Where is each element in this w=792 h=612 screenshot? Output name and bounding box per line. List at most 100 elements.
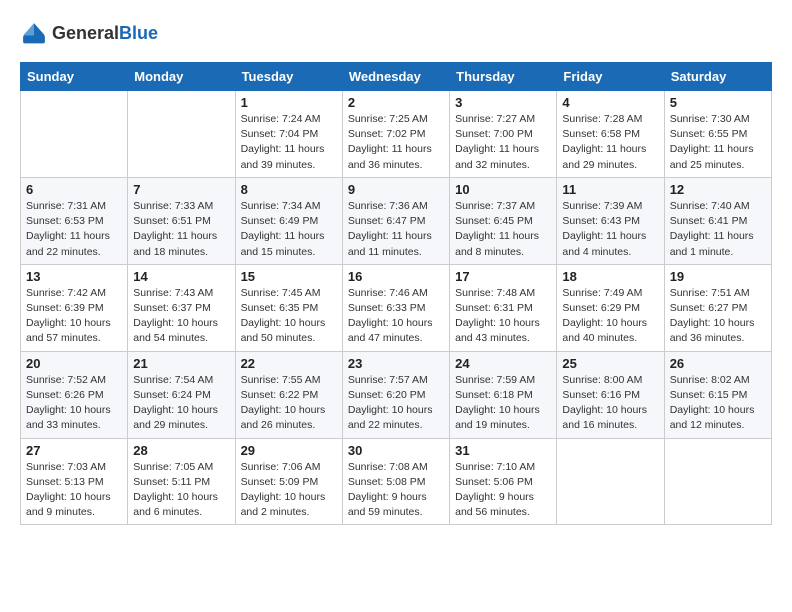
calendar-cell: 2 Sunrise: 7:25 AMSunset: 7:02 PMDaylight… bbox=[342, 91, 449, 178]
day-info: Sunrise: 8:00 AMSunset: 6:16 PMDaylight:… bbox=[562, 373, 658, 434]
day-info: Sunrise: 7:37 AMSunset: 6:45 PMDaylight:… bbox=[455, 199, 551, 260]
calendar-cell: 4 Sunrise: 7:28 AMSunset: 6:58 PMDaylight… bbox=[557, 91, 664, 178]
calendar-cell: 10 Sunrise: 7:37 AMSunset: 6:45 PMDayligh… bbox=[450, 177, 557, 264]
day-info: Sunrise: 7:24 AMSunset: 7:04 PMDaylight:… bbox=[241, 112, 337, 173]
calendar-cell: 13 Sunrise: 7:42 AMSunset: 6:39 PMDayligh… bbox=[21, 264, 128, 351]
day-info: Sunrise: 7:08 AMSunset: 5:08 PMDaylight:… bbox=[348, 460, 444, 521]
weekday-header: Friday bbox=[557, 63, 664, 91]
weekday-header: Saturday bbox=[664, 63, 771, 91]
day-info: Sunrise: 7:51 AMSunset: 6:27 PMDaylight:… bbox=[670, 286, 766, 347]
calendar-cell: 14 Sunrise: 7:43 AMSunset: 6:37 PMDayligh… bbox=[128, 264, 235, 351]
header: GeneralBlue bbox=[20, 20, 772, 48]
logo-text: GeneralBlue bbox=[52, 24, 158, 44]
day-number: 19 bbox=[670, 269, 766, 284]
day-number: 11 bbox=[562, 182, 658, 197]
calendar-cell: 31 Sunrise: 7:10 AMSunset: 5:06 PMDayligh… bbox=[450, 438, 557, 525]
day-number: 23 bbox=[348, 356, 444, 371]
day-info: Sunrise: 7:05 AMSunset: 5:11 PMDaylight:… bbox=[133, 460, 229, 521]
day-info: Sunrise: 8:02 AMSunset: 6:15 PMDaylight:… bbox=[670, 373, 766, 434]
day-number: 5 bbox=[670, 95, 766, 110]
logo-icon bbox=[20, 20, 48, 48]
day-info: Sunrise: 7:33 AMSunset: 6:51 PMDaylight:… bbox=[133, 199, 229, 260]
calendar-cell: 6 Sunrise: 7:31 AMSunset: 6:53 PMDaylight… bbox=[21, 177, 128, 264]
calendar-cell: 28 Sunrise: 7:05 AMSunset: 5:11 PMDayligh… bbox=[128, 438, 235, 525]
day-number: 14 bbox=[133, 269, 229, 284]
day-info: Sunrise: 7:03 AMSunset: 5:13 PMDaylight:… bbox=[26, 460, 122, 521]
day-info: Sunrise: 7:10 AMSunset: 5:06 PMDaylight:… bbox=[455, 460, 551, 521]
day-number: 30 bbox=[348, 443, 444, 458]
logo: GeneralBlue bbox=[20, 20, 158, 48]
day-info: Sunrise: 7:49 AMSunset: 6:29 PMDaylight:… bbox=[562, 286, 658, 347]
calendar-week-row: 13 Sunrise: 7:42 AMSunset: 6:39 PMDayligh… bbox=[21, 264, 772, 351]
day-info: Sunrise: 7:57 AMSunset: 6:20 PMDaylight:… bbox=[348, 373, 444, 434]
calendar-cell: 16 Sunrise: 7:46 AMSunset: 6:33 PMDayligh… bbox=[342, 264, 449, 351]
weekday-header: Sunday bbox=[21, 63, 128, 91]
weekday-header: Wednesday bbox=[342, 63, 449, 91]
day-info: Sunrise: 7:59 AMSunset: 6:18 PMDaylight:… bbox=[455, 373, 551, 434]
day-number: 10 bbox=[455, 182, 551, 197]
day-number: 20 bbox=[26, 356, 122, 371]
calendar-week-row: 27 Sunrise: 7:03 AMSunset: 5:13 PMDayligh… bbox=[21, 438, 772, 525]
page: GeneralBlue SundayMondayTuesdayWednesday… bbox=[0, 0, 792, 535]
calendar-cell bbox=[21, 91, 128, 178]
day-number: 16 bbox=[348, 269, 444, 284]
day-number: 31 bbox=[455, 443, 551, 458]
day-number: 8 bbox=[241, 182, 337, 197]
day-info: Sunrise: 7:54 AMSunset: 6:24 PMDaylight:… bbox=[133, 373, 229, 434]
calendar-cell: 21 Sunrise: 7:54 AMSunset: 6:24 PMDayligh… bbox=[128, 351, 235, 438]
day-number: 27 bbox=[26, 443, 122, 458]
day-info: Sunrise: 7:39 AMSunset: 6:43 PMDaylight:… bbox=[562, 199, 658, 260]
day-number: 25 bbox=[562, 356, 658, 371]
calendar-cell: 3 Sunrise: 7:27 AMSunset: 7:00 PMDaylight… bbox=[450, 91, 557, 178]
calendar-cell: 19 Sunrise: 7:51 AMSunset: 6:27 PMDayligh… bbox=[664, 264, 771, 351]
calendar-cell: 25 Sunrise: 8:00 AMSunset: 6:16 PMDayligh… bbox=[557, 351, 664, 438]
day-info: Sunrise: 7:45 AMSunset: 6:35 PMDaylight:… bbox=[241, 286, 337, 347]
calendar-cell: 8Sunrise: 7:34 AMSunset: 6:49 PMDaylight… bbox=[235, 177, 342, 264]
calendar-cell bbox=[664, 438, 771, 525]
weekday-header: Thursday bbox=[450, 63, 557, 91]
day-number: 7 bbox=[133, 182, 229, 197]
weekday-header: Tuesday bbox=[235, 63, 342, 91]
day-number: 3 bbox=[455, 95, 551, 110]
calendar-cell: 24 Sunrise: 7:59 AMSunset: 6:18 PMDayligh… bbox=[450, 351, 557, 438]
calendar-cell: 23 Sunrise: 7:57 AMSunset: 6:20 PMDayligh… bbox=[342, 351, 449, 438]
day-info: Sunrise: 7:27 AMSunset: 7:00 PMDaylight:… bbox=[455, 112, 551, 173]
weekday-header: Monday bbox=[128, 63, 235, 91]
day-number: 21 bbox=[133, 356, 229, 371]
day-number: 28 bbox=[133, 443, 229, 458]
day-info: Sunrise: 7:46 AMSunset: 6:33 PMDaylight:… bbox=[348, 286, 444, 347]
calendar-cell: 11 Sunrise: 7:39 AMSunset: 6:43 PMDayligh… bbox=[557, 177, 664, 264]
calendar-header-row: SundayMondayTuesdayWednesdayThursdayFrid… bbox=[21, 63, 772, 91]
day-info: Sunrise: 7:42 AMSunset: 6:39 PMDaylight:… bbox=[26, 286, 122, 347]
day-number: 18 bbox=[562, 269, 658, 284]
day-info: Sunrise: 7:36 AMSunset: 6:47 PMDaylight:… bbox=[348, 199, 444, 260]
calendar-cell: 30 Sunrise: 7:08 AMSunset: 5:08 PMDayligh… bbox=[342, 438, 449, 525]
calendar-cell: 1Sunrise: 7:24 AMSunset: 7:04 PMDaylight… bbox=[235, 91, 342, 178]
day-number: 22 bbox=[241, 356, 337, 371]
calendar-week-row: 20Sunrise: 7:52 AMSunset: 6:26 PMDayligh… bbox=[21, 351, 772, 438]
calendar-table: SundayMondayTuesdayWednesdayThursdayFrid… bbox=[20, 62, 772, 525]
day-info: Sunrise: 7:43 AMSunset: 6:37 PMDaylight:… bbox=[133, 286, 229, 347]
day-number: 12 bbox=[670, 182, 766, 197]
day-number: 26 bbox=[670, 356, 766, 371]
day-number: 2 bbox=[348, 95, 444, 110]
day-number: 15 bbox=[241, 269, 337, 284]
calendar-cell: 22 Sunrise: 7:55 AMSunset: 6:22 PMDayligh… bbox=[235, 351, 342, 438]
logo-general: GeneralBlue bbox=[52, 24, 158, 44]
day-number: 4 bbox=[562, 95, 658, 110]
day-info: Sunrise: 7:25 AMSunset: 7:02 PMDaylight:… bbox=[348, 112, 444, 173]
calendar-cell: 17Sunrise: 7:48 AMSunset: 6:31 PMDayligh… bbox=[450, 264, 557, 351]
calendar-week-row: 1Sunrise: 7:24 AMSunset: 7:04 PMDaylight… bbox=[21, 91, 772, 178]
day-number: 6 bbox=[26, 182, 122, 197]
calendar-cell: 18 Sunrise: 7:49 AMSunset: 6:29 PMDayligh… bbox=[557, 264, 664, 351]
day-info: Sunrise: 7:31 AMSunset: 6:53 PMDaylight:… bbox=[26, 199, 122, 260]
day-info: Sunrise: 7:28 AMSunset: 6:58 PMDaylight:… bbox=[562, 112, 658, 173]
day-number: 13 bbox=[26, 269, 122, 284]
day-info: Sunrise: 7:55 AMSunset: 6:22 PMDaylight:… bbox=[241, 373, 337, 434]
calendar-cell: 5Sunrise: 7:30 AMSunset: 6:55 PMDaylight… bbox=[664, 91, 771, 178]
day-info: Sunrise: 7:48 AMSunset: 6:31 PMDaylight:… bbox=[455, 286, 551, 347]
calendar-cell: 29Sunrise: 7:06 AMSunset: 5:09 PMDayligh… bbox=[235, 438, 342, 525]
calendar-cell: 12Sunrise: 7:40 AMSunset: 6:41 PMDayligh… bbox=[664, 177, 771, 264]
day-info: Sunrise: 7:06 AMSunset: 5:09 PMDaylight:… bbox=[241, 460, 337, 521]
day-number: 24 bbox=[455, 356, 551, 371]
